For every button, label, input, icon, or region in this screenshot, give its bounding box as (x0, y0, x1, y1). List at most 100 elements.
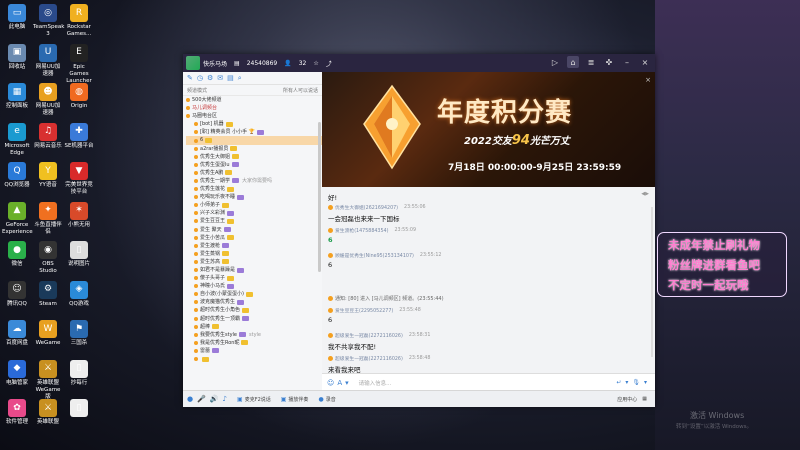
desktop-icon[interactable]: ♫ 网易云音乐 (33, 122, 63, 150)
tree-tool-icon[interactable]: ▤ (227, 74, 234, 82)
channel-tree-item[interactable]: 马圈电台区 (186, 112, 322, 120)
chat-scrollbar[interactable] (651, 207, 653, 357)
desktop-icon[interactable]: ✿ 软件管理 (2, 399, 32, 426)
channel-tree-item[interactable]: 爱生渡枪 (186, 242, 322, 250)
microphone-icon[interactable]: 🎤 (197, 395, 206, 403)
mic-icon[interactable]: 🎙 (632, 379, 640, 386)
list-icon[interactable]: ≣ (585, 56, 597, 68)
channel-tree-item[interactable]: 优秀生A鹏 (186, 169, 322, 177)
gamepad-icon[interactable]: ✜ (603, 56, 615, 68)
desktop-icon[interactable]: ▦ 控制面板 (2, 83, 32, 110)
channel-tree-item[interactable]: 爱生苏高 (186, 258, 322, 266)
desktop-icon[interactable]: ✚ SE机器平台 (64, 122, 94, 150)
channel-tree-item[interactable]: 超时优秀生一顶霸 (186, 315, 322, 323)
channel-tree-item[interactable]: a2rar播报员 (186, 145, 322, 153)
channel-tree-item[interactable]: 优秀生蛋蛋lu (186, 161, 322, 169)
desktop-icon[interactable]: Y YY语音 (33, 162, 63, 189)
channel-tree-item[interactable]: 优秀生莲花 (186, 185, 322, 193)
channel-tree-item[interactable]: 爱生蒸锅 (186, 250, 322, 258)
push-to-talk-button[interactable]: ▣ 麦克F2说话 (237, 396, 271, 403)
desktop-icon[interactable]: ⚑ 三国杀 (64, 320, 94, 347)
channel-tree-item[interactable]: 我要优秀生style style (186, 331, 322, 339)
desktop-icon[interactable]: ● 微信 (2, 241, 32, 268)
desktop-icon[interactable]: W WeGame (33, 320, 63, 347)
desktop-icon[interactable]: ⚙ Steam (33, 280, 63, 308)
message-user[interactable]: 优秀生大御姐(2621694207) (335, 204, 398, 211)
emoji-icon[interactable]: ☺ (327, 379, 334, 387)
channel-tree-item[interactable]: 兴子义彩渊 (186, 209, 322, 217)
channel-tree-item[interactable]: 超时优秀生小角色 (186, 306, 322, 314)
font-icon[interactable]: A (337, 379, 342, 387)
star-icon[interactable]: ☆ (313, 60, 318, 67)
tree-tool-icon[interactable]: ◷ (197, 74, 203, 82)
channel-tree-item[interactable]: [bot] 机器 (186, 120, 322, 128)
desktop-icon[interactable]: ▯ 说明图片 (64, 241, 94, 268)
share-icon[interactable]: ⤴ (326, 59, 332, 68)
more-icon[interactable]: ▾ (345, 379, 349, 387)
event-banner[interactable]: 年度积分赛 2022交友94光芒万丈 7月18日 00:00:00-9月25日 … (322, 72, 655, 187)
channel-tree-item[interactable]: 吃喝玩乐夜不睡 (186, 193, 322, 201)
dropdown-icon[interactable]: ▾ (625, 379, 628, 386)
channel-tree-item[interactable]: 优秀生大御姐 (186, 153, 322, 161)
desktop-icon[interactable]: ▼ 完美世界竞技平台 (64, 162, 94, 196)
desktop-icon[interactable]: ☁ 百度网盘 (2, 320, 32, 347)
desktop-icon[interactable]: ✦ 斗鱼直播伴侣 (33, 201, 63, 236)
tree-tool-icon[interactable]: ⌕ (238, 74, 242, 83)
channel-tree-item[interactable]: 爱生豆豆王 (186, 217, 322, 225)
tree-tool-icon[interactable]: ⚙ (207, 74, 213, 82)
message-user[interactable]: 超级爱生—冠磊(2272116026) (335, 355, 403, 362)
banner-close-icon[interactable]: × (645, 76, 651, 84)
avatar-small[interactable]: ● (187, 395, 193, 403)
record-button[interactable]: ● 录音 (318, 396, 335, 403)
message-user[interactable]: 爱生豆豆王(2295052277) (335, 307, 393, 314)
desktop-icon[interactable]: ⚔ 英雄联盟 (33, 399, 63, 426)
desktop-icon[interactable]: ◆ 电脑管家 (2, 359, 32, 387)
channel-tree-item[interactable]: 神瞳小马氏 (186, 282, 322, 290)
channel-tree-item[interactable]: 6 (186, 136, 322, 145)
speaker-icon[interactable]: 🔊 (210, 395, 219, 403)
desktop-icon[interactable]: E Epic Games Launcher (64, 43, 94, 85)
message-user[interactable]: 爱生渡枪(1475884354) (335, 227, 388, 234)
desktop-icon[interactable]: R Rockstar Games... (64, 4, 94, 38)
accompany-button[interactable]: ▣ 播放伴奏 (281, 396, 309, 403)
channel-tree-item[interactable]: [职] 精英会员 小小手 🏆 (186, 128, 322, 136)
desktop-icon[interactable]: ▣ 回收站 (2, 43, 32, 71)
channel-tree-item[interactable]: 小师弟子 (186, 201, 322, 209)
video-icon[interactable]: ▷ (549, 56, 561, 68)
desktop-icon[interactable]: ⚔ 英雄联盟 WeGame版 (33, 359, 63, 401)
desktop-icon[interactable]: ◍ Origin (64, 83, 94, 110)
message-user[interactable]: 超级爱生—冠磊(2272116026) (335, 332, 403, 339)
desktop-icon[interactable]: ☻ 网易UU加速器 (33, 83, 63, 117)
channel-avatar[interactable] (186, 56, 200, 70)
desktop-icon[interactable]: ◎ TeamSpeak 3 (33, 4, 64, 38)
channel-tree-item[interactable]: 如君不是暴躁是 (186, 266, 322, 274)
channel-tree-item[interactable]: 傻子头哥子 (186, 274, 322, 282)
desktop-icon[interactable]: ☺ 腾讯QQ (2, 280, 32, 308)
desktop-icon[interactable]: Q QQ浏览器 (2, 162, 32, 189)
channel-tree-item[interactable]: 自小波(小蒙蛋蛋小) (186, 290, 322, 298)
tree-scrollbar[interactable] (318, 122, 321, 272)
channel-tree-item[interactable]: 马儿调频台 (186, 104, 322, 112)
desktop-icon[interactable]: ▯ 抄每行 (64, 359, 94, 387)
desktop-icon[interactable]: ◈ QQ游戏 (64, 280, 94, 308)
home-icon[interactable]: ⌂ (567, 56, 579, 68)
send-icon[interactable]: ↵ (616, 379, 621, 386)
desktop-icon[interactable]: ◉ OBS Studio (33, 241, 63, 275)
desktop-icon[interactable]: ✶ 小熊无用 (64, 201, 94, 229)
desktop-icon[interactable]: ▭ 此电脑 (2, 4, 32, 31)
channel-tree-item[interactable]: 我是优秀生Ron昵 (186, 339, 322, 347)
channel-tree-item[interactable]: 雷蕾 (186, 347, 322, 355)
channel-tree-item[interactable]: 波克魔猫优秀生 (186, 298, 322, 306)
tree-tool-icon[interactable]: ✉ (217, 74, 223, 82)
grid-icon[interactable]: ▦ (642, 396, 647, 402)
desktop-icon[interactable]: ▲ GeForce Experience (2, 201, 33, 236)
desktop-icon[interactable]: ▯ (64, 399, 94, 419)
minimize-icon[interactable]: – (621, 56, 633, 68)
channel-tree-item[interactable]: 500大佬频道 (186, 96, 322, 104)
channel-tree-item[interactable]: 超棒 (186, 323, 322, 331)
chat-input[interactable]: 请输入信息... (359, 379, 617, 387)
desktop-icon[interactable]: U 网易UU加速器 (33, 43, 63, 78)
channel-tree-item[interactable]: 爱生 聚天 (186, 226, 322, 234)
tree-tool-icon[interactable]: ✎ (187, 74, 193, 82)
settings-icon[interactable]: ▾ (644, 379, 647, 386)
